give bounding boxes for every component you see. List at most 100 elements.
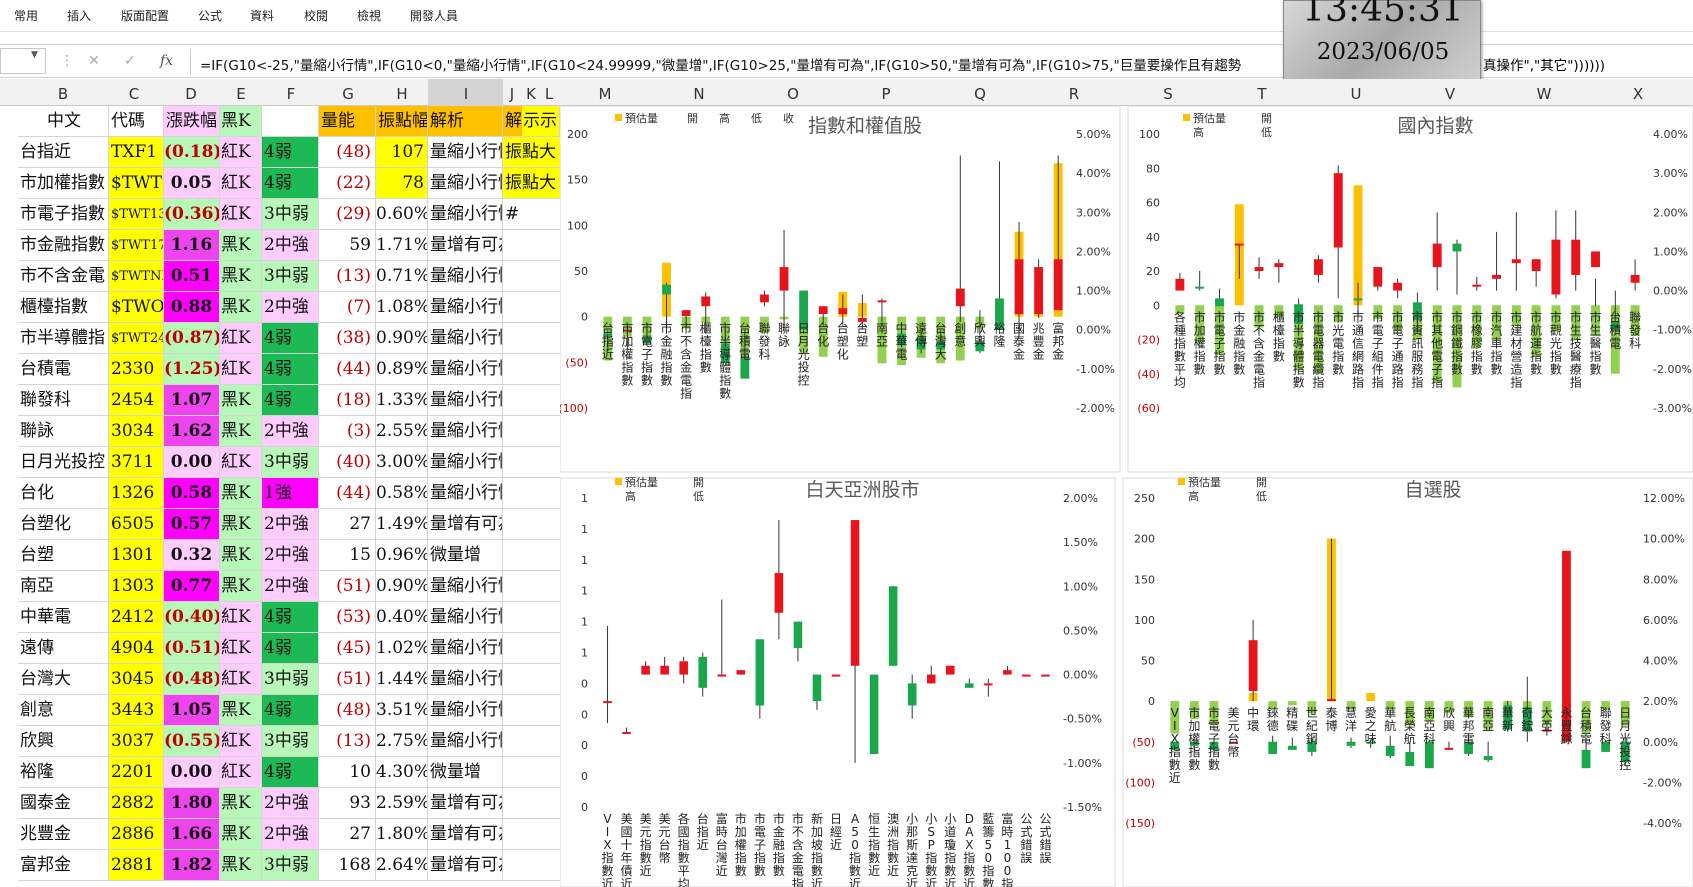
header-cell-0[interactable]: 中文 (18, 106, 109, 137)
cell-extra[interactable] (503, 478, 560, 509)
cell-name[interactable]: 裕隆 (18, 757, 109, 788)
cell-extra[interactable] (503, 416, 560, 447)
column-header-l[interactable]: L (539, 85, 559, 103)
cell-change[interactable]: 0.05 (164, 168, 220, 199)
cell-volume[interactable]: (18) (319, 385, 376, 416)
cell-trend[interactable]: 1強 (262, 478, 319, 509)
close-icon[interactable]: ✕ (88, 53, 100, 69)
cell-change[interactable]: 0.00 (164, 447, 220, 478)
cell-analysis[interactable]: 量縮小行情 (428, 447, 503, 478)
column-header-g[interactable]: G (338, 85, 358, 103)
cell-change[interactable]: 1.66 (164, 819, 220, 850)
cell-trend[interactable]: 3中弱 (262, 850, 319, 881)
cell-volume[interactable]: 59 (319, 230, 376, 261)
cell-amplitude[interactable]: 0.60% (376, 199, 428, 230)
cell-analysis[interactable]: 量縮小行情 (428, 137, 503, 168)
cell-change[interactable]: (0.40) (164, 602, 220, 633)
cell-k-type[interactable]: 紅K (220, 726, 262, 757)
header-cell-1[interactable]: 代碼 (109, 106, 164, 137)
header-cell-7[interactable]: 解析 (428, 106, 503, 137)
cell-volume[interactable]: 168 (319, 850, 376, 881)
column-header-x[interactable]: X (1628, 85, 1648, 103)
cell-k-type[interactable]: 黑K (220, 695, 262, 726)
tab-home[interactable]: 常用 (14, 7, 38, 24)
tab-page-layout[interactable]: 版面配置 (121, 7, 169, 24)
cell-name[interactable]: 台積電 (18, 354, 109, 385)
cell-change[interactable]: 0.51 (164, 261, 220, 292)
cell-trend[interactable]: 3中弱 (262, 726, 319, 757)
tab-view[interactable]: 檢視 (357, 7, 381, 24)
cell-volume[interactable]: (38) (319, 323, 376, 354)
cell-code[interactable]: 4904 (109, 633, 164, 664)
cell-analysis[interactable]: 量增有可為 (428, 230, 503, 261)
cell-amplitude[interactable]: 78 (376, 168, 428, 199)
header-cell-5[interactable]: 量能 (319, 106, 376, 137)
cell-k-type[interactable]: 黑K (220, 292, 262, 323)
column-header-u[interactable]: U (1346, 85, 1366, 103)
cell-extra[interactable]: # (503, 199, 560, 230)
cell-volume[interactable]: 15 (319, 540, 376, 571)
cell-trend[interactable]: 2中強 (262, 819, 319, 850)
column-header-r[interactable]: R (1064, 85, 1084, 103)
cell-code[interactable]: 3045 (109, 664, 164, 695)
cell-extra[interactable] (503, 602, 560, 633)
cell-analysis[interactable]: 量增有可為 (428, 509, 503, 540)
tab-formulas[interactable]: 公式 (198, 7, 222, 24)
cell-volume[interactable]: (45) (319, 633, 376, 664)
cell-extra[interactable] (503, 447, 560, 478)
cell-analysis[interactable]: 量增有可為 (428, 819, 503, 850)
cell-code[interactable]: 2454 (109, 385, 164, 416)
cell-volume[interactable]: (51) (319, 571, 376, 602)
cell-k-type[interactable]: 黑K (220, 385, 262, 416)
cell-volume[interactable]: (29) (319, 199, 376, 230)
cell-k-type[interactable]: 黑K (220, 819, 262, 850)
cell-extra[interactable] (503, 757, 560, 788)
cell-analysis[interactable]: 量縮小行情 (428, 571, 503, 602)
header-cell-6[interactable]: 振點幅 (376, 106, 428, 137)
cell-volume[interactable]: 27 (319, 509, 376, 540)
cell-k-type[interactable]: 紅K (220, 447, 262, 478)
cell-name[interactable]: 櫃檯指數 (18, 292, 109, 323)
cell-extra[interactable] (503, 292, 560, 323)
cell-trend[interactable]: 3中弱 (262, 664, 319, 695)
cell-code[interactable]: 1301 (109, 540, 164, 571)
cell-change[interactable]: 0.77 (164, 571, 220, 602)
cell-trend[interactable]: 4弱 (262, 633, 319, 664)
cell-trend[interactable]: 4弱 (262, 385, 319, 416)
column-header-j[interactable]: J (502, 85, 522, 103)
tab-review[interactable]: 校閱 (304, 7, 328, 24)
cell-amplitude[interactable]: 0.89% (376, 354, 428, 385)
cell-analysis[interactable]: 量縮小行情 (428, 168, 503, 199)
header-cell-2[interactable]: 漲跌幅 (164, 106, 220, 137)
cell-trend[interactable]: 4弱 (262, 354, 319, 385)
cell-extra[interactable] (503, 819, 560, 850)
cell-change[interactable]: (0.51) (164, 633, 220, 664)
cell-change[interactable]: 1.80 (164, 788, 220, 819)
cell-analysis[interactable]: 量縮小行情 (428, 199, 503, 230)
fx-icon[interactable]: fx (160, 53, 173, 69)
cell-code[interactable]: 3443 (109, 695, 164, 726)
cell-analysis[interactable]: 微量增 (428, 757, 503, 788)
chevron-down-icon[interactable]: ▼ (31, 50, 38, 60)
cell-volume[interactable]: (40) (319, 447, 376, 478)
column-header-h[interactable]: H (392, 85, 412, 103)
cell-analysis[interactable]: 量縮小行情 (428, 664, 503, 695)
cell-amplitude[interactable]: 0.90% (376, 323, 428, 354)
cell-analysis[interactable]: 量縮小行情 (428, 695, 503, 726)
cell-name[interactable]: 台灣大 (18, 664, 109, 695)
cell-extra[interactable] (503, 354, 560, 385)
cell-name[interactable]: 國泰金 (18, 788, 109, 819)
cell-k-type[interactable]: 黑K (220, 261, 262, 292)
cell-analysis[interactable]: 量縮小行情 (428, 261, 503, 292)
cell-name[interactable]: 市不含金電 (18, 261, 109, 292)
cell-k-type[interactable]: 紅K (220, 137, 262, 168)
cell-amplitude[interactable]: 1.49% (376, 509, 428, 540)
cell-volume[interactable]: 27 (319, 819, 376, 850)
cell-code[interactable]: $TWO (109, 292, 164, 323)
column-header-i[interactable]: I (456, 85, 476, 103)
cell-trend[interactable]: 2中強 (262, 230, 319, 261)
cell-name[interactable]: 南亞 (18, 571, 109, 602)
name-box[interactable] (0, 48, 46, 74)
cell-trend[interactable]: 3中弱 (262, 261, 319, 292)
cell-extra[interactable] (503, 726, 560, 757)
